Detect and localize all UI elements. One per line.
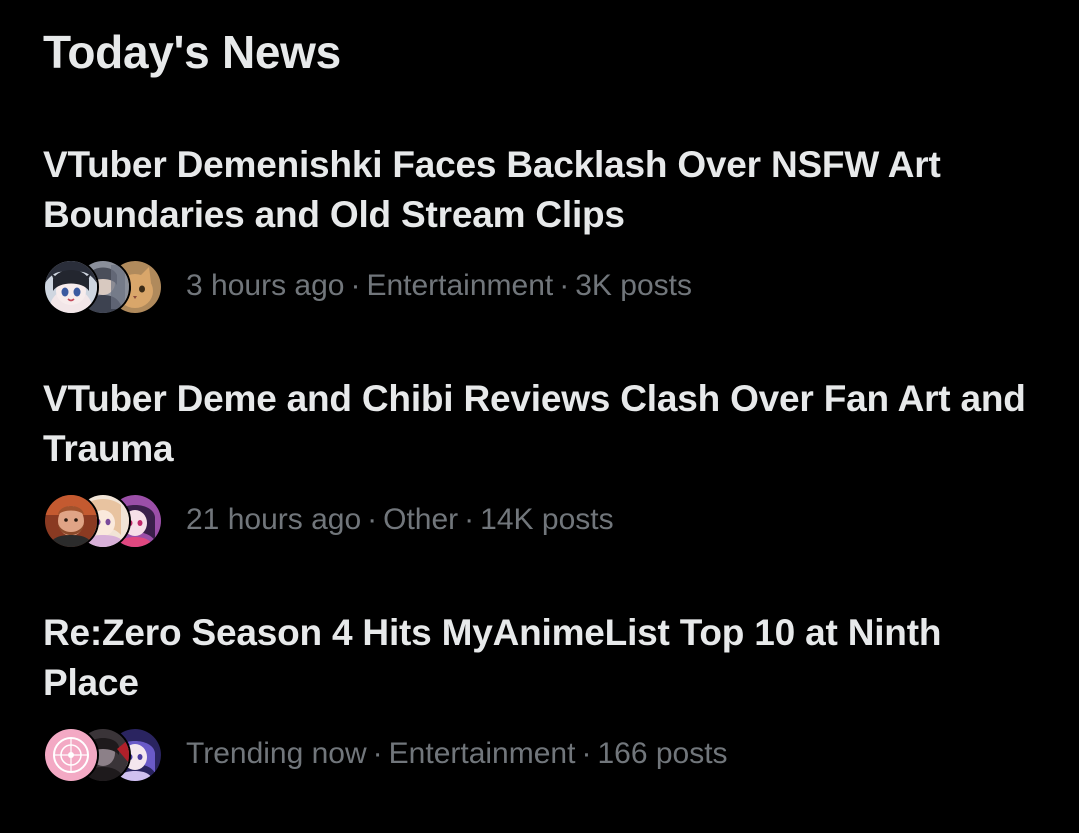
news-headline[interactable]: VTuber Deme and Chibi Reviews Clash Over…: [43, 374, 1043, 474]
news-time: Trending now: [186, 737, 367, 770]
pink-emblem-avatar-icon: [45, 729, 97, 781]
news-meta: 3 hours ago · Entertainment · 3K posts: [43, 257, 692, 315]
news-meta: Trending now · Entertainment · 166 posts: [43, 725, 728, 783]
news-post-count: 14K posts: [480, 503, 614, 536]
section-title: Today's News: [43, 26, 341, 78]
avatar: [43, 493, 99, 549]
meta-separator: ·: [367, 503, 378, 536]
meta-separator: ·: [350, 269, 361, 302]
todays-news-panel: Today's News VTuber Demenishki Faces Bac…: [0, 0, 1079, 827]
news-category: Other: [383, 503, 459, 536]
meta-separator: ·: [559, 269, 570, 302]
bearded-man-avatar-icon: [45, 495, 97, 547]
news-time: 3 hours ago: [186, 269, 345, 302]
news-post-count: 166 posts: [597, 737, 728, 770]
news-headline[interactable]: VTuber Demenishki Faces Backlash Over NS…: [43, 140, 1043, 240]
news-time: 21 hours ago: [186, 503, 362, 536]
news-item[interactable]: VTuber Deme and Chibi Reviews Clash Over…: [0, 374, 1079, 599]
news-meta-text: Trending now · Entertainment · 166 posts: [186, 734, 728, 774]
anime-girl-avatar-icon: [45, 261, 97, 313]
news-item[interactable]: VTuber Demenishki Faces Backlash Over NS…: [0, 140, 1079, 365]
news-post-count: 3K posts: [575, 269, 692, 302]
news-meta: 21 hours ago · Other · 14K posts: [43, 491, 614, 549]
news-item[interactable]: Re:Zero Season 4 Hits MyAnimeList Top 10…: [0, 608, 1079, 833]
meta-separator: ·: [372, 737, 383, 770]
news-category: Entertainment: [366, 269, 554, 302]
avatar-stack: [43, 491, 165, 549]
news-meta-text: 3 hours ago · Entertainment · 3K posts: [186, 266, 692, 306]
meta-separator: ·: [581, 737, 592, 770]
news-category: Entertainment: [388, 737, 576, 770]
avatar-stack: [43, 257, 165, 315]
avatar-stack: [43, 725, 165, 783]
news-headline[interactable]: Re:Zero Season 4 Hits MyAnimeList Top 10…: [43, 608, 1043, 708]
avatar: [43, 727, 99, 783]
news-meta-text: 21 hours ago · Other · 14K posts: [186, 500, 614, 540]
meta-separator: ·: [464, 503, 475, 536]
avatar: [43, 259, 99, 315]
